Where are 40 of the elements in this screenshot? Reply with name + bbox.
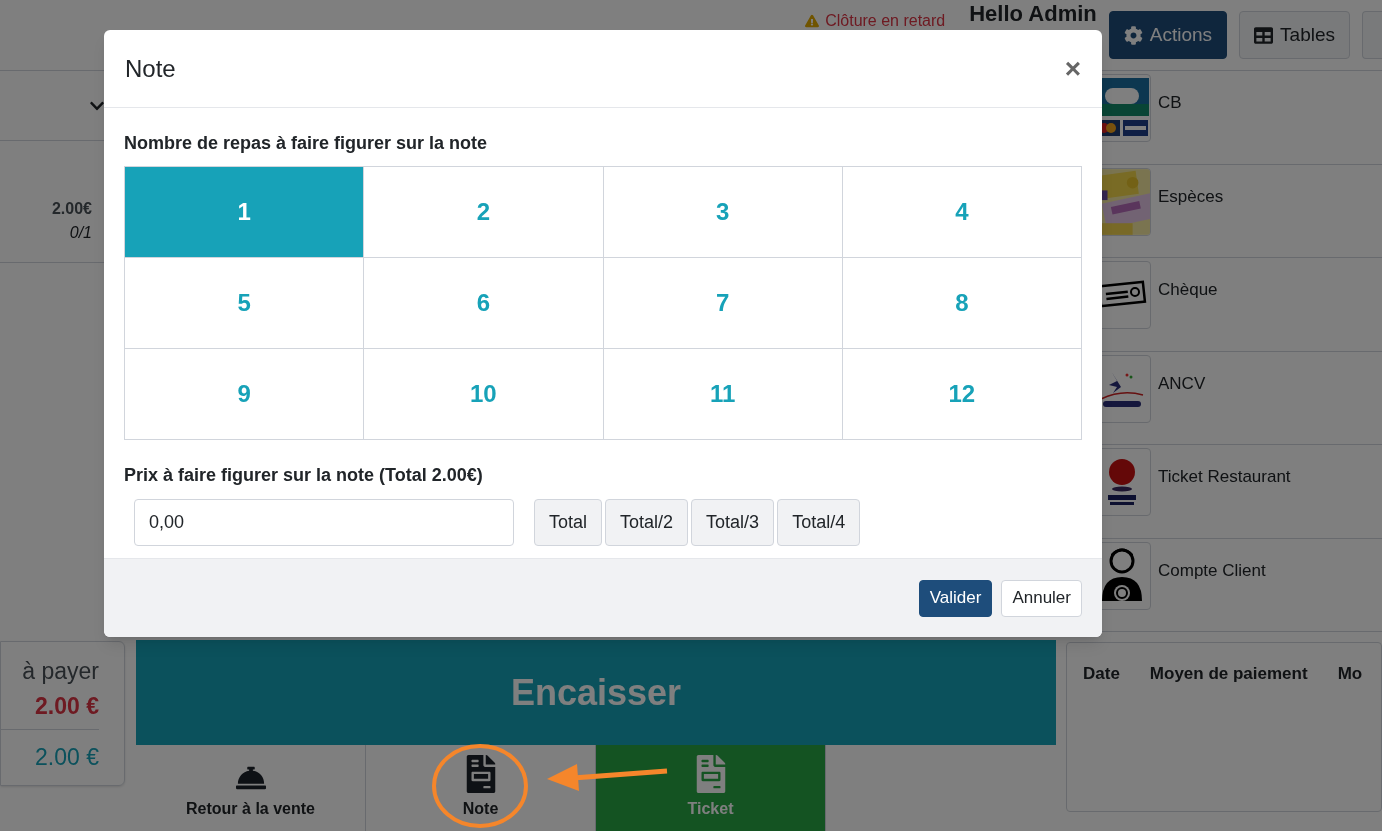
price-label: Prix à faire figurer sur la note (Total 2.00€) xyxy=(124,464,484,487)
price-preset-button[interactable]: Total xyxy=(534,499,603,546)
dialog-title: Note xyxy=(125,53,176,84)
tables-button[interactable]: Tables xyxy=(1239,11,1350,59)
column-header: Date xyxy=(1083,663,1120,685)
document-icon xyxy=(465,755,496,793)
amount-due: 2.00 € xyxy=(35,691,99,721)
line-quantity: 0/1 xyxy=(69,223,92,243)
late-closing-text: Clôture en retard xyxy=(825,11,946,31)
meal-count-option[interactable]: 2 xyxy=(364,167,604,258)
meal-count-option[interactable]: 8 xyxy=(842,258,1082,349)
meal-count-option[interactable]: 12 xyxy=(842,349,1082,440)
price-field[interactable]: 0,00 xyxy=(134,499,514,546)
table-icon xyxy=(1254,25,1274,45)
actions-button[interactable]: Actions xyxy=(1108,11,1228,59)
amount-paid: 2.00 € xyxy=(35,743,99,772)
confirm-button[interactable]: Valider xyxy=(918,579,993,617)
meal-count-option[interactable]: 1 xyxy=(125,167,365,258)
price-preset-button[interactable]: Total/3 xyxy=(691,499,775,546)
user-greeting: Hello Admin xyxy=(969,0,1097,25)
cancel-button[interactable]: Annuler xyxy=(1001,579,1082,617)
summary-label: à payer xyxy=(22,657,99,686)
document-icon xyxy=(695,755,726,793)
meal-count-option[interactable]: 9 xyxy=(125,349,365,440)
column-header: Moyen de paiement xyxy=(1149,663,1308,685)
warning-icon xyxy=(805,14,820,28)
line-price: 2.00€ xyxy=(51,199,92,219)
close-button[interactable]: × xyxy=(1064,54,1081,83)
gear-icon xyxy=(1123,25,1143,45)
price-preset-button[interactable]: Total/2 xyxy=(605,499,689,546)
meal-count-option[interactable]: 11 xyxy=(603,349,843,440)
meal-count-option[interactable]: 4 xyxy=(842,167,1082,258)
meal-count-label: Nombre de repas à faire figurer sur la note xyxy=(124,132,489,155)
price-preset-button[interactable]: Total/4 xyxy=(777,499,861,546)
column-header: Mo xyxy=(1337,663,1363,685)
meal-count-option[interactable]: 3 xyxy=(603,167,843,258)
meal-count-option[interactable]: 7 xyxy=(603,258,843,349)
meal-count-option[interactable]: 6 xyxy=(364,258,604,349)
meal-count-option[interactable]: 10 xyxy=(364,349,604,440)
meal-count-option[interactable]: 5 xyxy=(125,258,365,349)
